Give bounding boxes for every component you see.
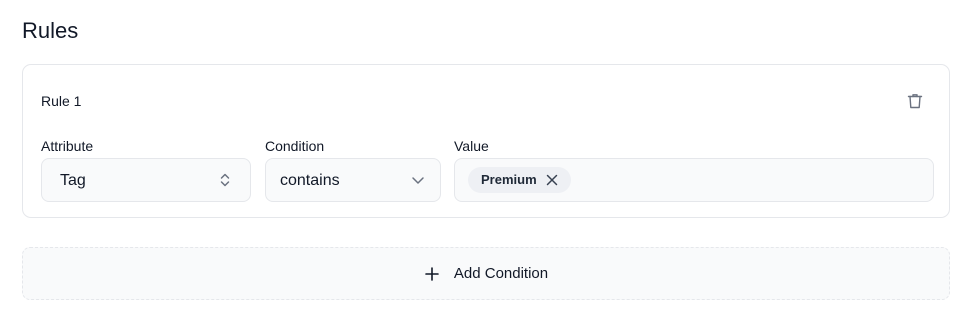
close-icon (546, 174, 558, 186)
add-condition-button[interactable]: Add Condition (22, 247, 950, 300)
value-tag-input[interactable]: Premium (454, 158, 934, 202)
attribute-select[interactable]: Tag (41, 158, 251, 202)
plus-icon (424, 266, 440, 282)
condition-select[interactable]: contains (265, 158, 441, 202)
chevron-down-icon (409, 171, 427, 189)
tag-chip: Premium (468, 167, 571, 193)
trash-icon (906, 92, 924, 110)
attribute-value: Tag (60, 172, 86, 189)
condition-value: contains (280, 172, 340, 189)
value-label: Value (454, 138, 489, 154)
add-condition-label: Add Condition (453, 264, 549, 282)
tag-chip-label: Premium (481, 172, 537, 187)
attribute-label: Attribute (41, 138, 94, 154)
rule-card: Rule 1 Attribute Tag Condition contains (22, 64, 950, 218)
rule-title: Rule 1 (41, 93, 82, 109)
chip-remove-button[interactable] (545, 173, 559, 187)
delete-rule-button[interactable] (903, 89, 927, 113)
page-title: Rules (22, 18, 79, 43)
chevron-up-down-icon (216, 171, 234, 189)
condition-label: Condition (265, 138, 325, 154)
